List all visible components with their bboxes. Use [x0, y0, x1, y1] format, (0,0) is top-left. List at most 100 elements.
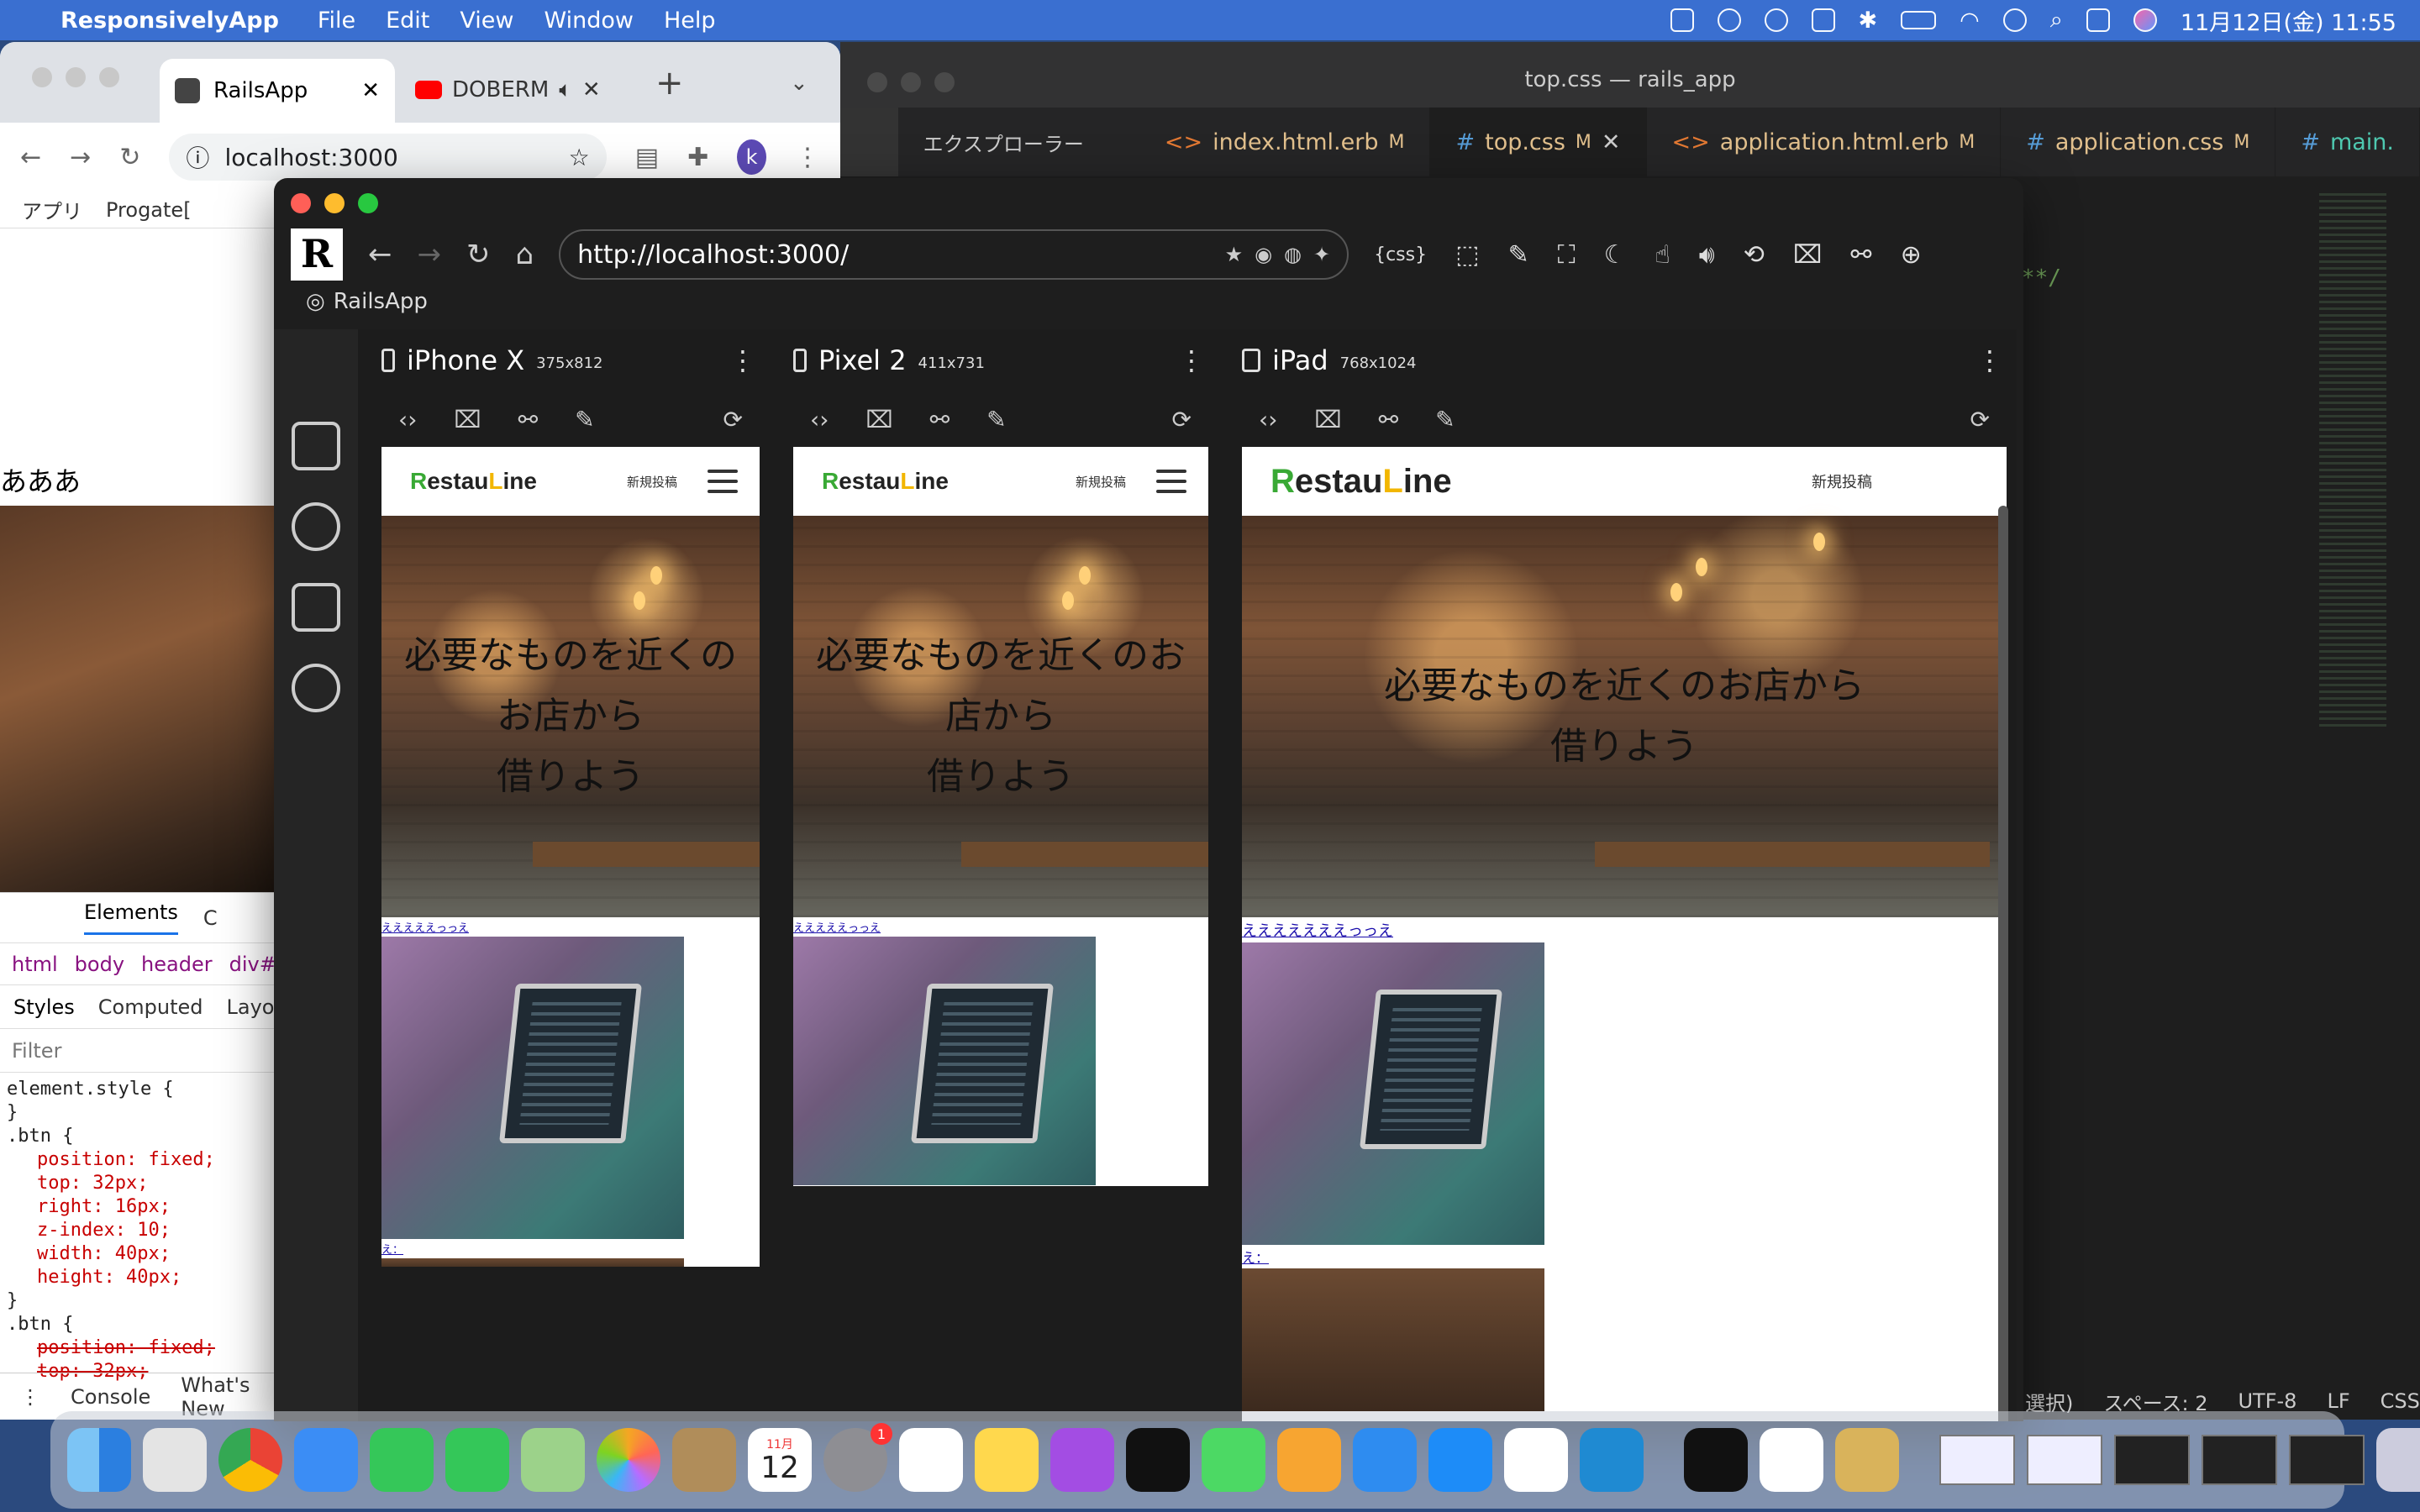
item-link[interactable]: えええええっっえ: [793, 917, 1208, 937]
numbers-icon[interactable]: [1202, 1428, 1265, 1492]
hamburger-icon[interactable]: [1156, 470, 1186, 493]
star-icon[interactable]: ☆: [569, 144, 590, 171]
site-logo[interactable]: RestauLine: [1270, 463, 1452, 501]
menu-file[interactable]: File: [318, 8, 355, 34]
menu-dots-icon[interactable]: ⋮: [795, 143, 820, 172]
item-link[interactable]: え：: [1242, 1245, 2007, 1268]
styles-filter[interactable]: Filter: [0, 1029, 277, 1073]
zoom-icon[interactable]: ⊕: [1901, 240, 1922, 270]
camera-icon[interactable]: ⌧: [865, 406, 892, 433]
messages-icon[interactable]: [445, 1428, 509, 1492]
zoom-dot[interactable]: [358, 193, 378, 213]
minimized-window[interactable]: [1939, 1435, 2015, 1485]
extensions-icon[interactable]: ✚: [687, 143, 708, 172]
hamburger-icon[interactable]: [708, 470, 738, 493]
css-line[interactable]: position: fixed;: [7, 1336, 271, 1360]
extensions-icon[interactable]: [292, 583, 340, 632]
crumb-body[interactable]: body: [75, 953, 124, 976]
new-tab-icon[interactable]: +: [655, 64, 684, 102]
input-a-icon[interactable]: [1811, 8, 1835, 32]
devices-icon[interactable]: [292, 422, 340, 470]
camera-icon[interactable]: ⌧: [1314, 406, 1341, 433]
more-icon[interactable]: ⋮: [1178, 344, 1208, 376]
keynote-icon[interactable]: [1353, 1428, 1417, 1492]
cookie-icon[interactable]: ◍: [1284, 243, 1302, 266]
css-line[interactable]: z-index: 10;: [7, 1219, 271, 1242]
item-photo[interactable]: [381, 937, 684, 1239]
close-tab-icon[interactable]: ✕: [582, 77, 601, 102]
tab-styles[interactable]: Styles: [13, 995, 75, 1019]
network-globe-icon[interactable]: [292, 664, 340, 712]
app-menu[interactable]: ResponsivelyApp: [60, 8, 279, 34]
minimized-window[interactable]: [2289, 1435, 2365, 1485]
status-encoding[interactable]: UTF-8: [2238, 1389, 2296, 1413]
bookmark-progate[interactable]: Progate[: [106, 198, 192, 222]
settings-icon[interactable]: [292, 502, 340, 551]
menu-edit[interactable]: Edit: [386, 8, 429, 34]
rotate-icon[interactable]: ⟳: [723, 406, 743, 433]
drawer-tab-console[interactable]: Console: [71, 1385, 150, 1409]
code-icon[interactable]: ‹›: [810, 406, 829, 433]
notes-icon[interactable]: [975, 1428, 1039, 1492]
menu-window[interactable]: Window: [544, 8, 633, 34]
back-icon[interactable]: ←: [368, 238, 392, 271]
speaker-icon[interactable]: 🔈︎: [559, 77, 572, 103]
drawer-menu-icon[interactable]: ⋮: [20, 1385, 40, 1409]
bluetooth-icon[interactable]: ✱: [1859, 8, 1878, 34]
close-tab-icon[interactable]: ✕: [361, 78, 380, 103]
menu-view[interactable]: View: [460, 8, 513, 34]
dark-mode-icon[interactable]: ☾: [1604, 240, 1627, 270]
tab-elements[interactable]: Elements: [84, 900, 178, 935]
minimized-window-fsevent[interactable]: [2202, 1435, 2277, 1485]
back-icon[interactable]: ←: [20, 143, 41, 172]
photos-icon[interactable]: [597, 1428, 660, 1492]
url-input[interactable]: http://localhost:3000/ ★ ◉ ◍ ✦: [559, 229, 1349, 280]
explorer-icon[interactable]: [840, 108, 898, 176]
contacts-icon[interactable]: [672, 1428, 736, 1492]
edit-icon[interactable]: ✎: [1435, 406, 1455, 433]
camera-icon[interactable]: ⌧: [454, 406, 481, 433]
profile-avatar[interactable]: k: [737, 139, 766, 175]
responsively-dock-icon[interactable]: [1504, 1428, 1568, 1492]
star-icon[interactable]: ★: [1225, 243, 1244, 266]
more-icon[interactable]: ⋮: [1976, 344, 2007, 376]
system-preferences-icon[interactable]: 1: [823, 1423, 892, 1492]
code-icon[interactable]: ‹›: [398, 406, 417, 433]
tab-computed[interactable]: Computed: [98, 995, 203, 1019]
siri-icon[interactable]: [2133, 8, 2157, 32]
sync-icon[interactable]: ⚯: [1850, 240, 1871, 270]
clipboard-icon[interactable]: [1670, 8, 1694, 32]
status-eol[interactable]: LF: [2327, 1389, 2349, 1413]
scrollbar[interactable]: [1998, 506, 2008, 1421]
edit-icon[interactable]: ✎: [575, 406, 594, 433]
css-line[interactable]: height: 40px;: [7, 1266, 271, 1289]
vscode-icon[interactable]: [1580, 1428, 1644, 1492]
search-icon[interactable]: ⌕: [2050, 7, 2063, 34]
edit-icon[interactable]: ✎: [986, 406, 1006, 433]
minimized-window[interactable]: [2027, 1435, 2102, 1485]
database-icon[interactable]: ◉: [1255, 243, 1272, 266]
pages-icon[interactable]: [1277, 1428, 1341, 1492]
screenshot-area-icon[interactable]: ⛶: [1558, 240, 1576, 270]
reminders-icon[interactable]: [899, 1428, 963, 1492]
battery-icon[interactable]: [1901, 11, 1937, 29]
calendar-icon[interactable]: 11月 12: [748, 1428, 812, 1492]
tab-console[interactable]: C: [203, 906, 218, 930]
app-store-icon[interactable]: [1428, 1428, 1492, 1492]
close-tab-icon[interactable]: ✕: [1602, 129, 1621, 155]
bug-icon[interactable]: [1764, 8, 1788, 32]
new-post-link[interactable]: 新規投稿: [1076, 473, 1126, 491]
omnibox[interactable]: ⓘ localhost:3000 ☆: [169, 134, 607, 181]
close-dot[interactable]: [32, 67, 52, 87]
edit-icon[interactable]: ✎: [1507, 240, 1528, 270]
new-post-link[interactable]: 新規投稿: [627, 473, 677, 491]
item-photo[interactable]: [1242, 942, 1544, 1245]
sync-icon[interactable]: ⚯: [518, 406, 538, 433]
new-post-link[interactable]: 新規投稿: [1812, 470, 1872, 492]
podcasts-icon[interactable]: [1050, 1428, 1114, 1492]
item-link[interactable]: えええええええっっえ: [1242, 917, 2007, 942]
home-icon[interactable]: ⌂: [516, 238, 534, 271]
rotate-icon[interactable]: ⟳: [1172, 406, 1192, 433]
pwa-icon[interactable]: ✦: [1313, 243, 1330, 266]
minimize-dot[interactable]: [66, 67, 86, 87]
